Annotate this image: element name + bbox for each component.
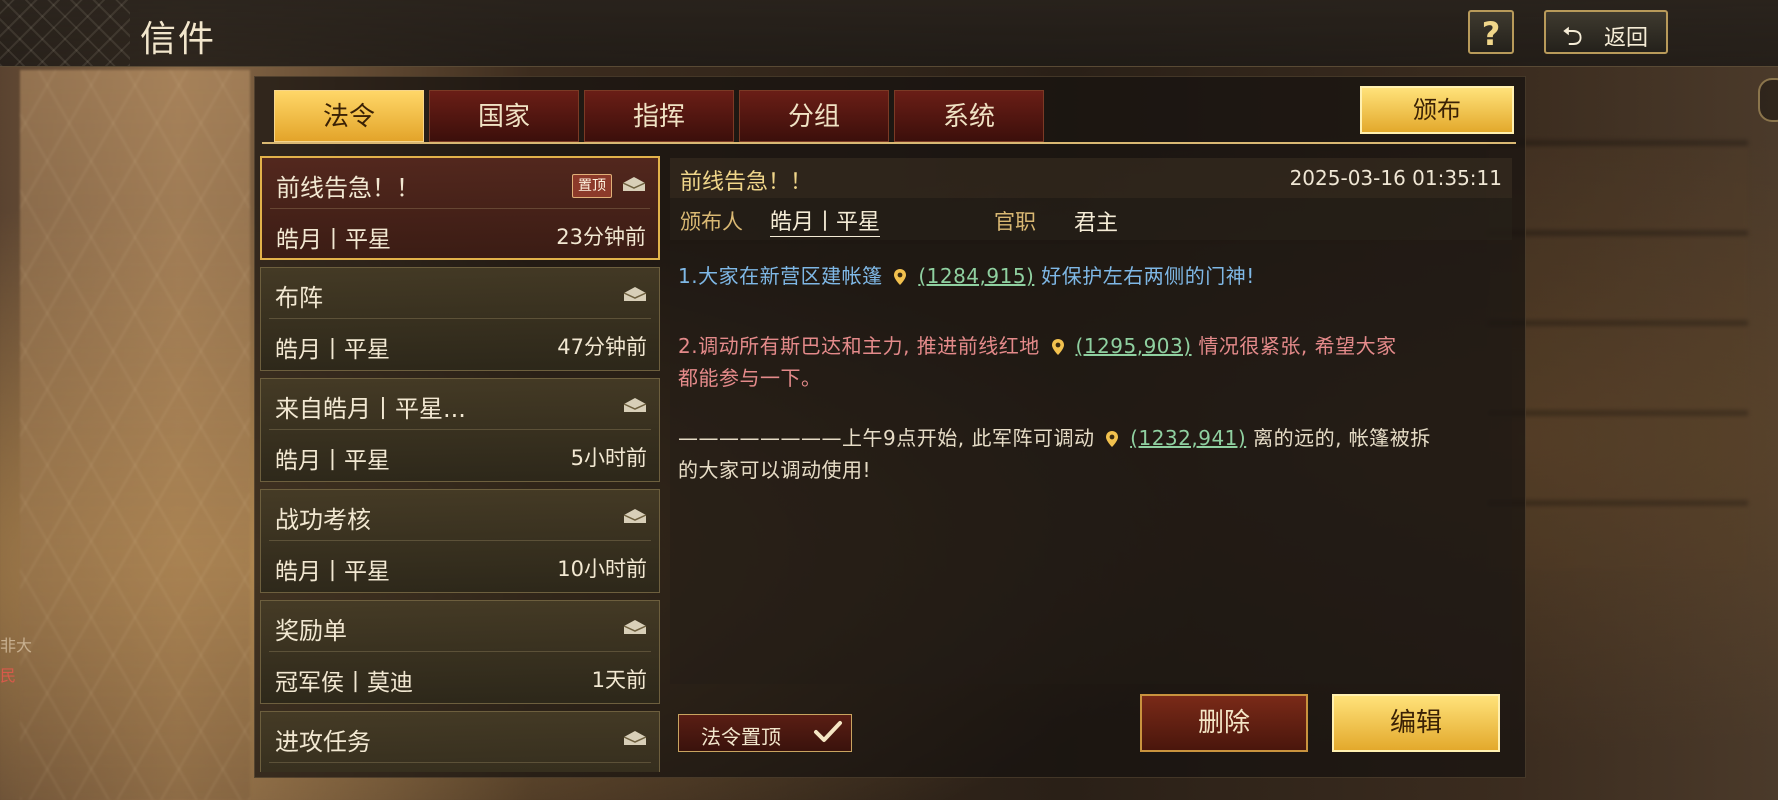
body-text: 1.大家在新营区建帐篷	[678, 264, 883, 288]
tab-system[interactable]: 系统	[894, 90, 1044, 142]
coordinate-link[interactable]: (1284,915)	[918, 264, 1034, 288]
delete-button[interactable]: 删除	[1140, 694, 1308, 752]
letter-item[interactable]: 进攻任务	[260, 711, 660, 772]
body-line-2: 2.调动所有斯巴达和主力, 推进前线红地 (1295,903) 情况很紧张, 希…	[678, 330, 1397, 359]
letter-sender: 皓月丨平星	[275, 448, 390, 474]
body-text: 离的远的, 帐篷被拆	[1253, 426, 1431, 450]
letter-subject: 前线告急！！	[276, 174, 420, 202]
divider	[269, 540, 651, 541]
envelope-open-icon	[623, 398, 647, 412]
body-text: 2.调动所有斯巴达和主力, 推进前线红地	[678, 334, 1040, 358]
edge-text-fragment: 民	[0, 666, 17, 685]
letter-subject: 进攻任务	[275, 728, 371, 756]
location-pin-icon	[1106, 431, 1119, 447]
side-handle[interactable]	[1758, 78, 1778, 122]
office-value: 君主	[1074, 211, 1119, 236]
body-line-3: 都能参与一下。	[678, 366, 822, 390]
letter-subject: 战功考核	[275, 506, 371, 534]
envelope-open-icon	[623, 620, 647, 634]
body-line-1: 1.大家在新营区建帐篷 (1284,915) 好保护左右两侧的门神!	[678, 260, 1255, 289]
envelope-open-icon	[623, 731, 647, 745]
pinned-badge: 置顶	[572, 174, 612, 198]
checkmark-icon	[814, 721, 842, 742]
letter-subject: 来自皓月丨平星...	[275, 395, 466, 423]
letter-time: 10小时前	[557, 557, 647, 581]
detail-subject: 前线告急！！	[680, 170, 813, 195]
location-pin-icon	[1051, 339, 1064, 355]
edge-text-fragment: 非大	[0, 636, 33, 655]
letter-subject: 奖励单	[275, 617, 347, 645]
divider	[270, 208, 650, 209]
body-line-4: ————————上午9点开始, 此军阵可调动 (1232,941) 离的远的, …	[678, 422, 1431, 451]
body-text: 好保护左右两侧的门神!	[1041, 264, 1255, 288]
tab-command[interactable]: 指挥	[584, 90, 734, 142]
letter-time: 23分钟前	[556, 225, 646, 249]
detail-meta: 颁布人 皓月丨平星 官职 君主	[670, 198, 1512, 240]
publish-button[interactable]: 颁布	[1360, 86, 1514, 134]
letter-subject: 布阵	[275, 284, 323, 312]
publisher-label: 颁布人	[680, 210, 743, 234]
letter-time: 47分钟前	[557, 335, 647, 359]
office-label: 官职	[994, 210, 1036, 234]
divider	[269, 762, 651, 763]
back-arrow-icon: ⮌	[1562, 22, 1583, 52]
pin-edict-toggle[interactable]: 法令置顶	[678, 714, 852, 752]
background-screen	[20, 70, 250, 800]
top-bar: 信件 ? ⮌ 返回	[0, 0, 1778, 67]
detail-timestamp: 2025-03-16 01:35:11	[1289, 166, 1502, 190]
coordinate-link[interactable]: (1295,903)	[1076, 334, 1192, 358]
letter-sender: 皓月丨平星	[276, 227, 391, 253]
body-text: 情况很紧张, 希望大家	[1198, 334, 1397, 358]
letter-item[interactable]: 奖励单 冠军侯丨莫迪 1天前	[260, 600, 660, 704]
page-title: 信件	[140, 19, 217, 60]
letter-time: 1天前	[591, 668, 647, 692]
envelope-open-icon	[623, 509, 647, 523]
detail-body: 1.大家在新营区建帐篷 (1284,915) 好保护左右两侧的门神! 2.调动所…	[670, 244, 1512, 684]
letter-item[interactable]: 战功考核 皓月丨平星 10小时前	[260, 489, 660, 593]
letter-item[interactable]: 来自皓月丨平星... 皓月丨平星 5小时前	[260, 378, 660, 482]
body-line-5: 的大家可以调动使用!	[678, 458, 872, 482]
divider	[269, 318, 651, 319]
help-button[interactable]: ?	[1468, 10, 1514, 54]
detail-header: 前线告急！！ 2025-03-16 01:35:11	[670, 158, 1512, 198]
letter-item[interactable]: 布阵 皓月丨平星 47分钟前	[260, 267, 660, 371]
edit-button[interactable]: 编辑	[1332, 694, 1500, 752]
location-pin-icon	[894, 269, 907, 285]
envelope-open-icon	[622, 177, 646, 191]
envelope-open-icon	[623, 287, 647, 301]
divider	[269, 651, 651, 652]
letter-list: 前线告急！！ 置顶 皓月丨平星 23分钟前 布阵 皓月丨平星 47分钟前 来自皓…	[260, 156, 660, 772]
publisher-link[interactable]: 皓月丨平星	[770, 204, 881, 237]
letter-item[interactable]: 前线告急！！ 置顶 皓月丨平星 23分钟前	[260, 156, 660, 260]
pin-toggle-label: 法令置顶	[701, 725, 781, 749]
tab-underline	[262, 142, 1516, 144]
tab-group[interactable]: 分组	[739, 90, 889, 142]
letter-sender: 冠军侯丨莫迪	[275, 670, 413, 696]
back-label: 返回	[1604, 26, 1649, 51]
tab-edicts[interactable]: 法令	[274, 90, 424, 142]
divider	[269, 429, 651, 430]
background-shelf	[1488, 140, 1748, 570]
letter-time: 5小时前	[570, 446, 647, 470]
tab-nation[interactable]: 国家	[429, 90, 579, 142]
back-button[interactable]: ⮌ 返回	[1544, 10, 1668, 54]
body-text: ————————上午9点开始, 此军阵可调动	[678, 426, 1095, 450]
lattice-ornament	[0, 0, 130, 66]
coordinate-link[interactable]: (1232,941)	[1130, 426, 1246, 450]
letter-sender: 皓月丨平星	[275, 337, 390, 363]
letter-sender: 皓月丨平星	[275, 559, 390, 585]
